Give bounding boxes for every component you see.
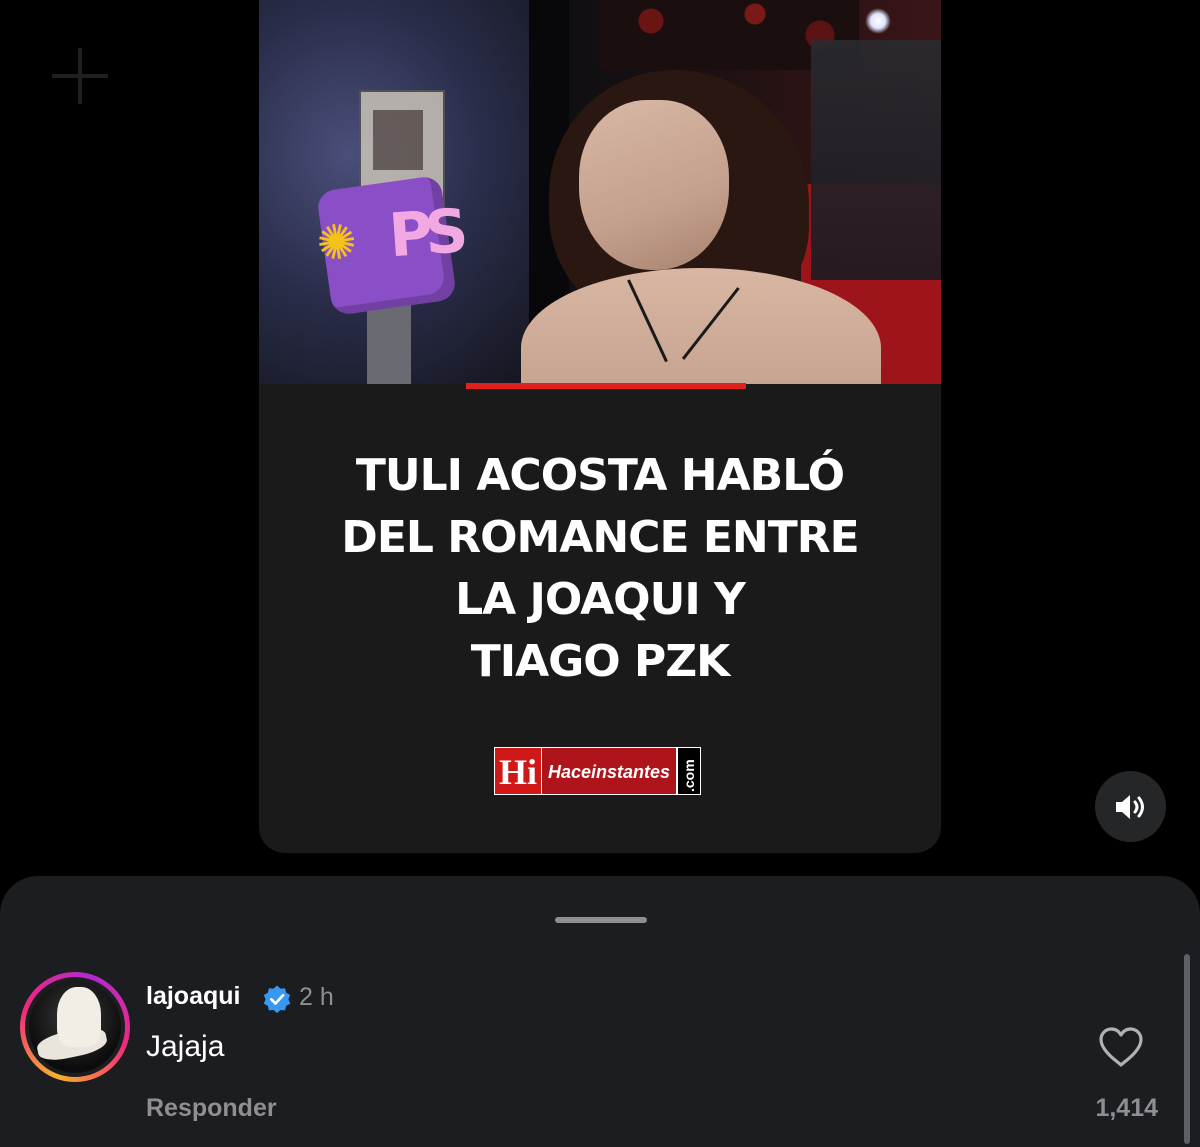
- avatar-story-ring[interactable]: [20, 972, 130, 1082]
- headline-line: TULI ACOSTA HABLÓ: [355, 450, 845, 501]
- plus-icon: [52, 48, 108, 104]
- video-frame[interactable]: ✺ PS: [259, 0, 941, 384]
- comment-username[interactable]: lajoaqui: [146, 982, 240, 1011]
- headline-line: DEL ROMANCE ENTRE: [341, 512, 859, 563]
- sound-toggle-button[interactable]: [1095, 771, 1166, 842]
- reply-button[interactable]: Responder: [146, 1094, 277, 1123]
- post-headline: TULI ACOSTA HABLÓ DEL ROMANCE ENTRE LA J…: [259, 445, 941, 693]
- post-media[interactable]: ✺ PS TULI ACOSTA HABLÓ DEL ROMANCE ENTRE…: [259, 0, 941, 853]
- verified-badge-icon: [263, 985, 291, 1014]
- brand-tld: .com: [677, 747, 702, 795]
- avatar: [29, 981, 121, 1073]
- camera-flash: [865, 8, 891, 34]
- brand-name: Haceinstantes: [542, 747, 678, 795]
- ps-logo-icon: PS: [386, 196, 463, 272]
- microphone-handle: [367, 305, 411, 384]
- sheet-drag-handle[interactable]: [555, 917, 647, 923]
- reel-viewer: ✺ PS TULI ACOSTA HABLÓ DEL ROMANCE ENTRE…: [0, 0, 1200, 1147]
- brand-mark: Hi: [494, 747, 543, 795]
- comment-timestamp: 2 h: [299, 983, 334, 1011]
- speaker-icon: [1115, 794, 1144, 819]
- like-count: 1,414: [1095, 1094, 1158, 1122]
- scrollbar[interactable]: [1184, 954, 1190, 1144]
- haceinstantes-logo: Hi Haceinstantes .com: [494, 747, 702, 795]
- press-crowd: [811, 40, 941, 280]
- woman-face: [579, 100, 729, 270]
- video-progress-bar: [466, 383, 746, 389]
- comment-text: Jajaja: [146, 1030, 225, 1063]
- headline-line: TIAGO PZK: [470, 636, 731, 687]
- headline-line: LA JOAQUI Y: [455, 574, 746, 625]
- sun-logo-icon: ✺: [312, 213, 362, 274]
- heart-icon[interactable]: [1098, 1026, 1144, 1068]
- comments-sheet: lajoaqui 2 h Jajaja Responder 1,414: [0, 876, 1200, 1147]
